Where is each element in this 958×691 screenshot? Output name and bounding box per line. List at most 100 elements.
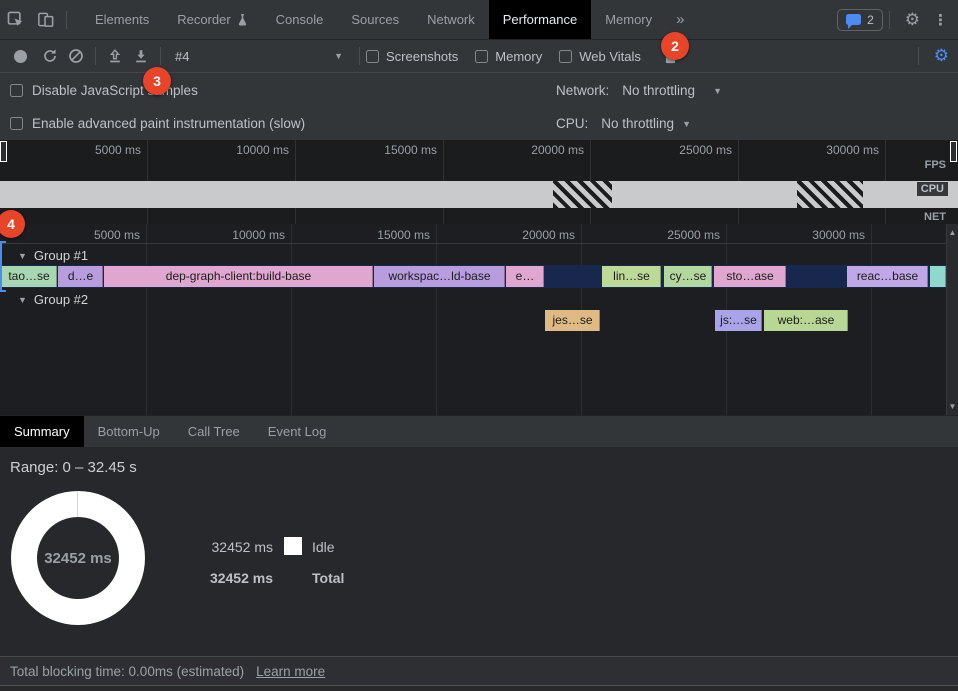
checkbox-box <box>559 50 572 63</box>
checkbox-box <box>10 84 23 97</box>
flame-event-bar[interactable]: workspac…ld-base <box>374 266 505 287</box>
group-1-bars: tao…sed…edep-graph-client:build-basework… <box>0 266 946 287</box>
overview-tick-label: 10000 ms <box>236 143 289 157</box>
tab-summary[interactable]: Summary <box>0 416 84 447</box>
record-button[interactable] <box>11 43 37 69</box>
group-1-header[interactable]: ▼ Group #1 <box>18 248 88 263</box>
collapse-triangle-icon: ▼ <box>18 251 27 261</box>
tab-event-log[interactable]: Event Log <box>254 416 341 447</box>
flame-event-bar[interactable]: sto…ase <box>714 266 786 287</box>
tab-sources[interactable]: Sources <box>337 0 413 39</box>
checkbox-box <box>475 50 488 63</box>
memory-checkbox[interactable]: Memory <box>475 49 542 64</box>
flame-chart[interactable]: ▼ Group #1 tao…sed…edep-graph-client:bui… <box>0 224 958 415</box>
overview-left-handle[interactable] <box>0 141 7 162</box>
fps-lane-label: FPS <box>925 159 946 171</box>
overview-tick-label: 15000 ms <box>384 143 437 157</box>
legend-idle-swatch <box>284 537 302 555</box>
learn-more-link[interactable]: Learn more <box>256 664 325 679</box>
donut-total-label: 32452 ms <box>11 491 145 625</box>
summary-panel: Range: 0 – 32.45 s 32452 ms 32452 ms Idl… <box>0 447 958 656</box>
save-profile-button[interactable] <box>128 43 154 69</box>
tab-console[interactable]: Console <box>262 0 338 39</box>
chevron-down-icon: ▼ <box>713 86 722 96</box>
tab-network[interactable]: Network <box>413 0 489 39</box>
device-toolbar-button[interactable] <box>30 6 60 34</box>
flame-chart-scrollbar[interactable]: ▲ ▼ <box>946 224 958 415</box>
reload-and-record-button[interactable] <box>37 43 63 69</box>
legend-total-label: Total <box>312 570 344 586</box>
divider <box>160 47 161 65</box>
network-throttling-select[interactable]: Network: No throttling ▼ <box>556 83 722 98</box>
flame-event-bar[interactable]: web:…ase <box>764 310 848 331</box>
tab-call-tree[interactable]: Call Tree <box>174 416 254 447</box>
web-vitals-checkbox[interactable]: Web Vitals <box>559 49 641 64</box>
tab-elements[interactable]: Elements <box>81 0 163 39</box>
divider <box>95 47 96 65</box>
legend-total-value: 32452 ms <box>208 570 273 586</box>
checkbox-box <box>10 117 23 130</box>
status-bar: Total blocking time: 0.00ms (estimated) … <box>0 656 958 685</box>
cpu-busy-hatch-region <box>797 181 863 208</box>
clear-button[interactable] <box>63 43 89 69</box>
flame-tick-label: 10000 ms <box>232 228 285 242</box>
flame-event-bar[interactable]: reac…base <box>847 266 928 287</box>
flame-event-bar[interactable]: cy…se <box>664 266 712 287</box>
kebab-menu-button[interactable]: ⋮ <box>929 11 958 29</box>
device-toolbar-icon <box>36 10 55 29</box>
flame-event-bar[interactable]: dep-graph-client:build-base <box>104 266 373 287</box>
cpu-throttling-select[interactable]: CPU: No throttling ▼ <box>556 116 691 131</box>
flame-event-bar[interactable]: tao…se <box>1 266 57 287</box>
tab-memory[interactable]: Memory <box>591 0 666 39</box>
divider <box>359 47 360 65</box>
flame-event-bar[interactable] <box>930 266 946 287</box>
flame-event-bar[interactable]: d…e <box>58 266 103 287</box>
profile-history-select[interactable]: #4 ▼ <box>167 49 353 64</box>
overview-tick-label: 5000 ms <box>95 143 141 157</box>
tab-bottom-up[interactable]: Bottom-Up <box>84 416 174 447</box>
message-bubble-icon <box>846 14 861 25</box>
settings-gear-button[interactable]: ⚙ <box>896 10 929 30</box>
overview-right-handle[interactable] <box>950 141 957 162</box>
flame-tick-label: 25000 ms <box>667 228 720 242</box>
flask-icon <box>237 13 248 26</box>
selected-group-indicator <box>0 241 2 292</box>
tab-performance[interactable]: Performance <box>489 0 591 39</box>
load-profile-button[interactable] <box>102 43 128 69</box>
flame-tick-label: 20000 ms <box>522 228 575 242</box>
flame-event-bar[interactable]: js:…se <box>715 310 762 331</box>
inspect-element-button[interactable] <box>0 6 30 34</box>
tutorial-step-badge: 3 <box>143 67 171 95</box>
chevron-down-icon: ▼ <box>334 51 343 61</box>
screenshots-checkbox[interactable]: Screenshots <box>366 49 458 64</box>
total-blocking-time-text: Total blocking time: 0.00ms (estimated) <box>10 664 244 679</box>
divider <box>918 47 919 65</box>
group-2-bars: jes…se js:…seweb:…ase <box>0 310 946 331</box>
checkbox-box <box>366 50 379 63</box>
record-icon <box>14 50 27 63</box>
scroll-up-icon[interactable]: ▲ <box>947 228 958 237</box>
flame-event-bar[interactable]: jes…se <box>545 310 600 331</box>
flame-event-bar[interactable]: lin…se <box>602 266 661 287</box>
scroll-down-icon[interactable]: ▼ <box>947 402 958 411</box>
overview-tick-label: 25000 ms <box>679 143 732 157</box>
overview-tick-label: 20000 ms <box>531 143 584 157</box>
advanced-paint-checkbox[interactable]: Enable advanced paint instrumentation (s… <box>10 116 305 131</box>
time-breakdown-donut: 32452 ms <box>11 491 145 625</box>
download-icon <box>133 48 149 64</box>
group-2-header[interactable]: ▼ Group #2 <box>18 292 88 307</box>
flame-tick-label: 30000 ms <box>812 228 865 242</box>
timeline-overview[interactable]: FPS CPU NET 5000 ms10000 ms15000 ms20000… <box>0 140 958 224</box>
issues-count: 2 <box>867 13 874 27</box>
upload-icon <box>107 48 123 64</box>
issues-counter-button[interactable]: 2 <box>837 9 883 31</box>
divider <box>889 11 890 29</box>
tab-recorder[interactable]: Recorder <box>163 0 261 39</box>
window-bottom-edge <box>0 685 958 691</box>
inspect-cursor-icon <box>6 10 25 29</box>
flame-event-bar[interactable]: e… <box>506 266 544 287</box>
more-tabs-button[interactable]: » <box>666 11 694 28</box>
divider <box>66 11 67 29</box>
flame-tick-label: 15000 ms <box>377 228 430 242</box>
capture-settings-gear-button[interactable]: ⚙ <box>925 46 958 66</box>
